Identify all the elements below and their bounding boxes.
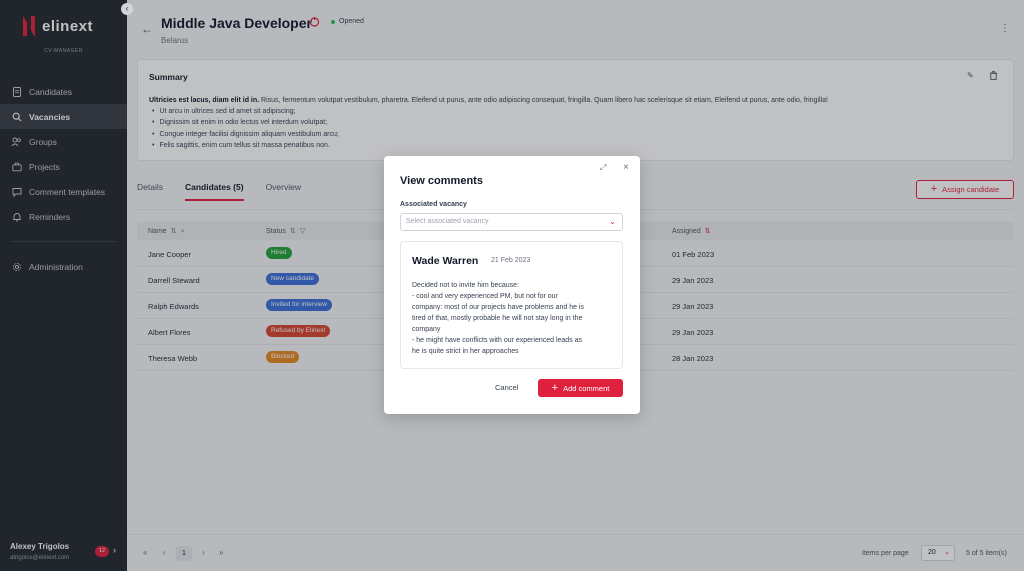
comment-line: - cool and very experienced PM, but not … <box>412 293 558 300</box>
comment-line: company: most of our projects have probl… <box>412 304 584 311</box>
cancel-button[interactable]: Cancel <box>495 383 518 392</box>
expand-icon[interactable]: ⤢ <box>600 163 606 173</box>
comment-line: - he might have conflicts with our exper… <box>412 337 583 344</box>
modal-title: View comments <box>400 175 483 187</box>
comment-line: tired of that, mostly probable he will n… <box>412 315 583 322</box>
comment-line: he is quite strict in her approaches <box>412 348 519 355</box>
comment-card: Wade Warren 21 Feb 2023 Decided not to i… <box>400 241 623 369</box>
add-comment-label: Add comment <box>563 383 610 393</box>
associated-vacancy-select[interactable]: Select associated vacancy ⌄ <box>400 213 623 231</box>
close-icon[interactable]: × <box>623 162 629 173</box>
view-comments-modal: View comments ⤢ × Associated vacancy Sel… <box>384 156 640 414</box>
chevron-down-icon: ⌄ <box>609 217 616 226</box>
comment-author: Wade Warren <box>412 255 479 267</box>
add-comment-button[interactable]: + Add comment <box>538 379 623 397</box>
comment-date: 21 Feb 2023 <box>491 257 531 264</box>
associated-vacancy-placeholder: Select associated vacancy <box>406 218 489 225</box>
comment-line: Decided not to invite him because: <box>412 282 520 289</box>
associated-vacancy-label: Associated vacancy <box>400 201 467 208</box>
comment-line: company <box>412 326 441 333</box>
plus-icon: + <box>551 381 559 394</box>
comment-body: Decided not to invite him because: - coo… <box>412 280 617 357</box>
chevron-left-icon[interactable]: ‹ <box>121 3 133 15</box>
